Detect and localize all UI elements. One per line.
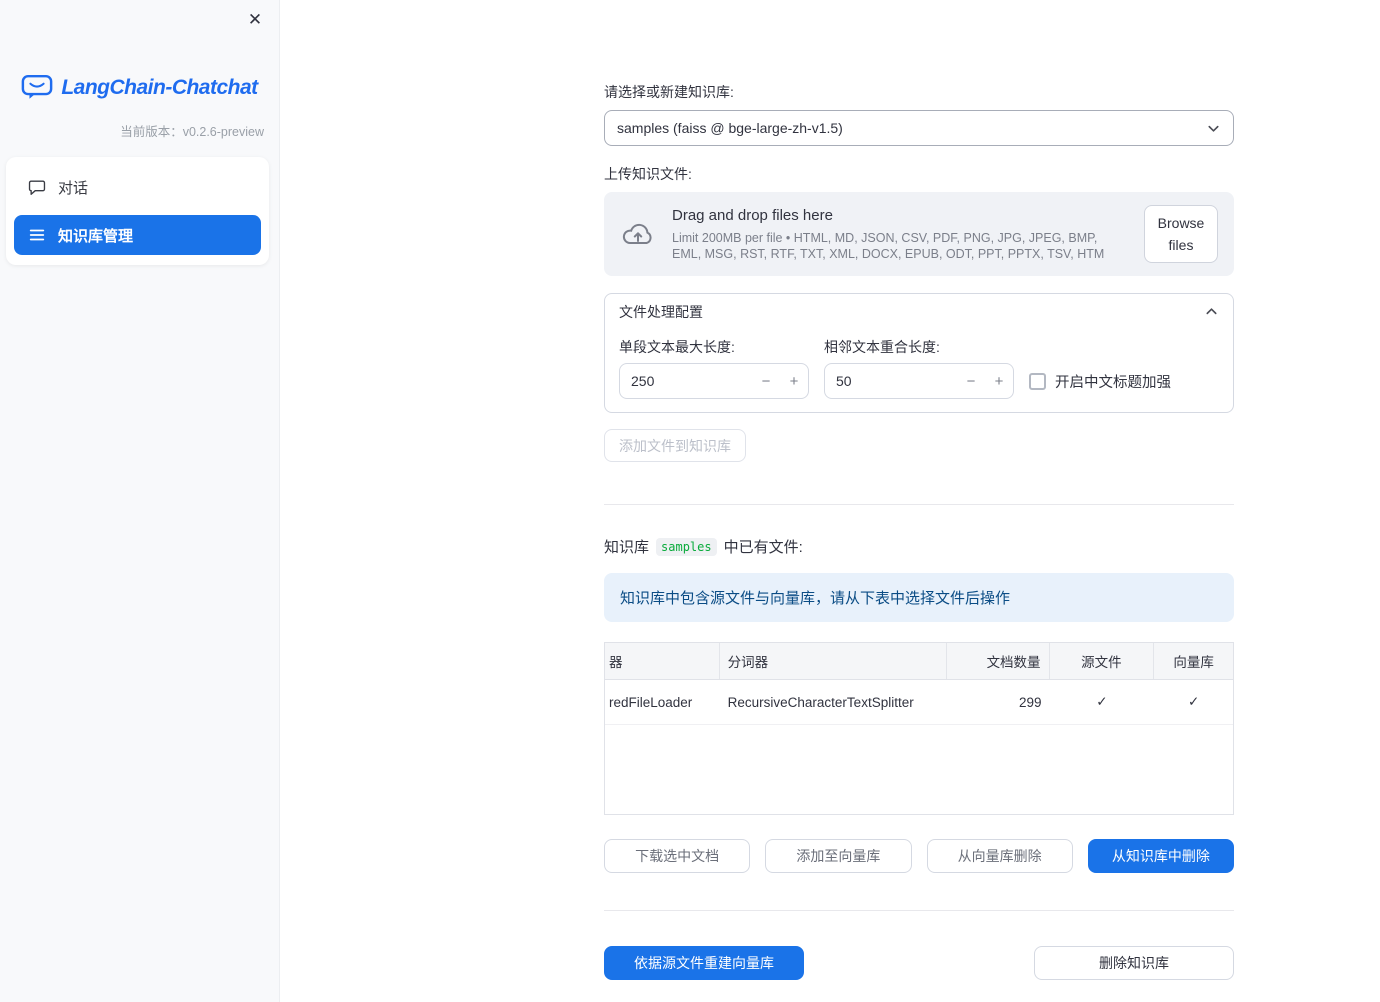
files-table[interactable]: 器 分词器 文档数量 源文件 向量库 redFileLoader Recursi… — [604, 642, 1234, 815]
list-icon — [28, 226, 46, 244]
browse-files-button[interactable]: Browse files — [1144, 204, 1218, 264]
main-content: 请选择或新建知识库: samples (faiss @ bge-large-zh… — [604, 0, 1234, 980]
table-header-cell: 器 — [605, 643, 720, 679]
existing-files-heading: 知识库 samples 中已有文件: — [604, 536, 1234, 557]
checkbox-label: 开启中文标题加强 — [1055, 375, 1171, 391]
add-files-button[interactable]: 添加文件到知识库 — [604, 429, 746, 462]
kb-selectbox-value: samples (faiss @ bge-large-zh-v1.5) — [617, 120, 843, 136]
sidebar: ✕ LangChain-Chatchat 当前版本：v0.2.6-preview… — [0, 0, 280, 1002]
overlap-length-input[interactable]: 50 − + — [824, 363, 1014, 399]
chevron-up-icon — [1204, 304, 1219, 319]
max-length-input[interactable]: 250 − + — [619, 363, 809, 399]
table-header-cell: 分词器 — [720, 643, 947, 679]
file-uploader-dropzone[interactable]: Drag and drop files here Limit 200MB per… — [604, 192, 1234, 276]
logo-icon — [21, 74, 53, 101]
nav-item-dialogue[interactable]: 对话 — [14, 167, 261, 207]
config-expander-body: 单段文本最大长度: 250 − + 相邻文本重合长度: 50 − + 开启中文标… — [605, 329, 1233, 412]
delete-kb-button[interactable]: 删除知识库 — [1034, 946, 1234, 980]
kb-selectbox[interactable]: samples (faiss @ bge-large-zh-v1.5) — [604, 110, 1234, 146]
overlap-length-value: 50 — [836, 373, 852, 389]
nav-item-kb-management[interactable]: 知识库管理 — [14, 215, 261, 255]
nav-menu: 对话 知识库管理 — [6, 157, 269, 265]
chevron-down-icon — [1206, 121, 1221, 136]
increment-button[interactable]: + — [780, 364, 808, 398]
table-header-row: 器 分词器 文档数量 源文件 向量库 — [605, 643, 1233, 680]
kb-select-label: 请选择或新建知识库: — [604, 84, 734, 100]
nav-item-label: 知识库管理 — [58, 227, 134, 245]
kb-name-code: samples — [656, 537, 717, 556]
table-cell-doc-count: 299 — [1019, 694, 1042, 710]
divider — [604, 504, 1234, 505]
close-sidebar-button[interactable]: ✕ — [241, 6, 269, 34]
config-expander-header[interactable]: 文件处理配置 — [605, 294, 1233, 329]
table-cell-source-check: ✓ — [1096, 694, 1108, 709]
table-row[interactable]: redFileLoader RecursiveCharacterTextSpli… — [605, 680, 1233, 725]
nav-item-label: 对话 — [58, 179, 89, 197]
max-length-label: 单段文本最大长度: — [619, 339, 735, 355]
table-header-cell: 文档数量 — [947, 643, 1050, 679]
download-selected-button[interactable]: 下载选中文档 — [604, 839, 751, 873]
add-to-vectorstore-button[interactable]: 添加至向量库 — [765, 839, 912, 873]
chinese-title-checkbox[interactable]: 开启中文标题加强 — [1029, 337, 1171, 399]
rebuild-vectorstore-button[interactable]: 依据源文件重建向量库 — [604, 946, 804, 980]
table-header-cell: 向量库 — [1173, 655, 1214, 670]
table-cell-vector-check: ✓ — [1187, 694, 1200, 709]
app-logo: LangChain-Chatchat — [0, 74, 279, 101]
cloud-upload-icon — [620, 219, 656, 249]
version-text: 当前版本：v0.2.6-preview — [120, 125, 264, 139]
file-action-buttons: 下载选中文档 添加至向量库 从向量库删除 从知识库中删除 — [604, 839, 1234, 873]
checkbox-box — [1029, 373, 1046, 390]
kb-management-buttons: 依据源文件重建向量库 删除知识库 — [604, 946, 1234, 980]
delete-from-vectorstore-button[interactable]: 从向量库删除 — [926, 839, 1073, 873]
existing-files-suffix: 中已有文件: — [723, 539, 803, 556]
table-header-cell: 源文件 — [1050, 643, 1155, 679]
delete-from-kb-button[interactable]: 从知识库中删除 — [1087, 839, 1234, 873]
chat-bubble-icon — [28, 178, 46, 196]
upload-label: 上传知识文件: — [604, 166, 692, 182]
decrement-button[interactable]: − — [957, 364, 985, 398]
increment-button[interactable]: + — [985, 364, 1013, 398]
app-title: LangChain-Chatchat — [61, 75, 258, 99]
file-limit-text: Limit 200MB per file • HTML, MD, JSON, C… — [672, 230, 1105, 261]
config-expander-title: 文件处理配置 — [619, 303, 703, 320]
uploader-instructions: Drag and drop files here Limit 200MB per… — [672, 207, 1128, 262]
existing-files-prefix: 知识库 — [604, 539, 650, 556]
config-expander: 文件处理配置 单段文本最大长度: 250 − + 相邻文本重合长度: 50 − … — [604, 293, 1234, 413]
drag-drop-text: Drag and drop files here — [672, 206, 833, 224]
decrement-button[interactable]: − — [752, 364, 780, 398]
table-cell-loader: redFileLoader — [609, 694, 693, 710]
info-banner: 知识库中包含源文件与向量库，请从下表中选择文件后操作 — [604, 573, 1234, 622]
divider — [604, 910, 1234, 911]
overlap-length-label: 相邻文本重合长度: — [824, 339, 940, 355]
max-length-value: 250 — [631, 373, 655, 389]
table-cell-splitter: RecursiveCharacterTextSplitter — [727, 694, 914, 710]
